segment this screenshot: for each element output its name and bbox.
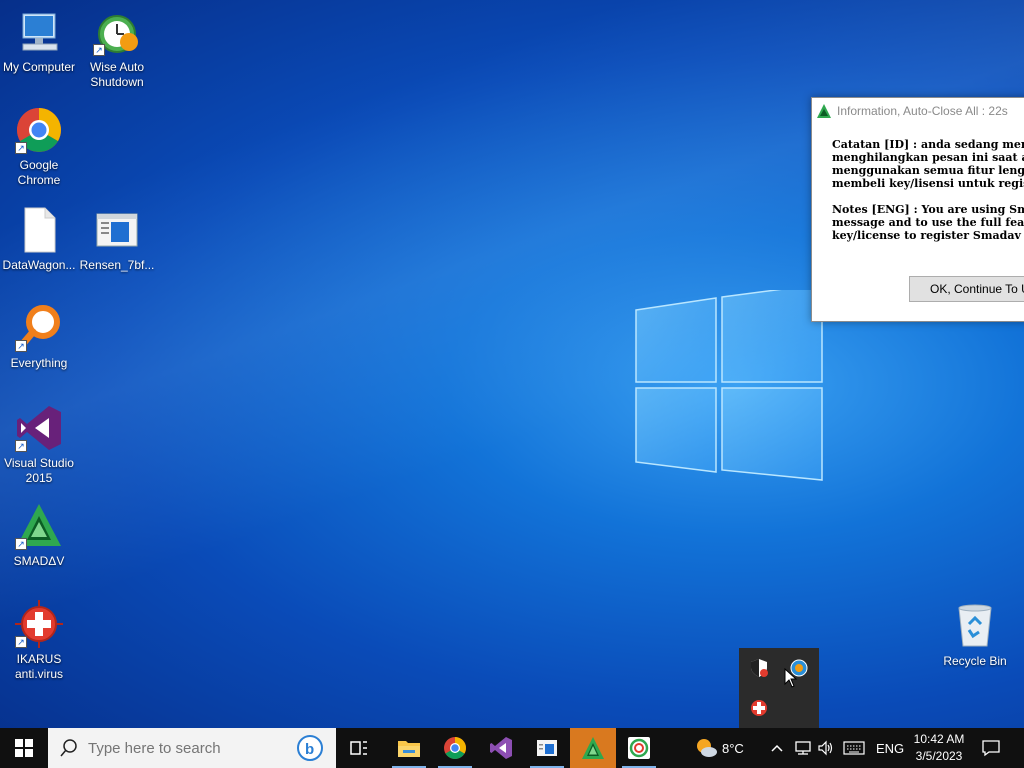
ikarus-cross-icon: ↗ <box>15 600 63 648</box>
desktop-icon-recycle-bin[interactable]: Recycle Bin <box>936 602 1014 669</box>
desktop-icon-ikarus[interactable]: ↗ IKARUS anti.virus <box>0 600 78 682</box>
dialog-titlebar[interactable]: Information, Auto-Close All : 22s <box>812 98 1024 124</box>
taskbar-rensen-app[interactable] <box>524 728 570 768</box>
clock-icon <box>628 737 650 759</box>
show-hidden-icons-button[interactable] <box>770 728 784 768</box>
file-icon <box>15 206 63 254</box>
taskbar-visual-studio[interactable] <box>478 728 524 768</box>
notification-icon <box>982 740 1000 757</box>
desktop-icon-datawagon[interactable]: DataWagon... <box>0 206 78 273</box>
shortcut-arrow-icon: ↗ <box>15 142 27 154</box>
svg-text:b: b <box>305 741 314 758</box>
application-window-icon <box>93 206 141 254</box>
taskbar-search-box[interactable]: b <box>48 728 336 768</box>
shortcut-arrow-icon: ↗ <box>15 538 27 550</box>
taskbar-chrome[interactable] <box>432 728 478 768</box>
weather-widget[interactable]: 8°C <box>694 728 744 768</box>
desktop-icon-label: Google Chrome <box>17 158 61 187</box>
desktop-icon-google-chrome[interactable]: ↗ Google Chrome <box>0 106 78 188</box>
desktop-icon-label: Everything <box>10 356 68 370</box>
task-view-icon <box>350 741 367 755</box>
message-id-paragraph: Catatan [ID] : anda sedang mengg menghil… <box>832 138 1024 190</box>
keyboard-icon <box>843 741 865 755</box>
windows-wallpaper-logo <box>635 290 823 481</box>
speaker-icon <box>818 740 833 756</box>
message-line: message and to use the full featur <box>832 216 1024 229</box>
folder-icon <box>398 741 420 757</box>
bing-icon[interactable]: b <box>296 735 324 761</box>
magnifier-icon: ↗ <box>15 304 63 352</box>
taskbar-clock[interactable]: 10:42 AM 3/5/2023 <box>908 731 970 765</box>
network-tray-icon[interactable] <box>794 728 812 768</box>
desktop-icon-label: IKARUS anti.virus <box>14 652 64 681</box>
dialog-message: Catatan [ID] : anda sedang mengg menghil… <box>812 124 1024 242</box>
message-line: membeli key/lisensi untuk registr <box>832 177 1024 190</box>
smadav-icon <box>582 737 604 759</box>
message-line: Catatan [ID] : anda sedang mengg <box>832 138 1024 151</box>
desktop-icon-wise-auto-shutdown[interactable]: ↗ Wise Auto Shutdown <box>78 8 156 90</box>
taskbar: b 8°C ENG 10:42 AM <box>0 728 1024 768</box>
taskbar-smadav[interactable] <box>570 728 616 768</box>
clock-icon: ↗ <box>93 8 141 56</box>
desktop-icon-label: Rensen_7bf... <box>79 258 155 272</box>
message-line: Notes [ENG] : You are using Smada <box>832 203 1024 216</box>
security-shield-icon[interactable] <box>749 658 769 678</box>
information-dialog: Information, Auto-Close All : 22s Catata… <box>811 97 1024 322</box>
shortcut-arrow-icon: ↗ <box>15 440 27 452</box>
desktop-icon-rensen[interactable]: Rensen_7bf... <box>78 206 156 273</box>
weather-sun-cloud-icon <box>697 739 717 757</box>
visual-studio-icon: ↗ <box>15 404 63 452</box>
desktop-icon-my-computer[interactable]: My Computer <box>0 8 78 75</box>
message-line: key/license to register Smadav Pr <box>832 229 1024 242</box>
input-language-indicator[interactable]: ENG <box>876 728 904 768</box>
clock-time: 10:42 AM <box>913 732 965 746</box>
mouse-cursor-icon <box>784 668 798 688</box>
desktop-icon-label: Visual Studio 2015 <box>4 456 74 485</box>
touch-keyboard-button[interactable] <box>843 728 865 768</box>
shortcut-arrow-icon: ↗ <box>15 636 27 648</box>
chrome-icon: ↗ <box>15 106 63 154</box>
smadav-icon: ↗ <box>15 502 63 550</box>
shortcut-arrow-icon: ↗ <box>93 44 105 56</box>
recycle-bin-icon <box>951 602 999 650</box>
desktop-icon-smadav[interactable]: ↗ SMADΔV <box>0 502 78 569</box>
dialog-title: Information, Auto-Close All : 22s <box>837 104 1008 118</box>
tray-overflow-popup <box>739 648 819 728</box>
smadav-icon <box>817 104 831 118</box>
desktop-icon-label: SMADΔV <box>13 554 65 568</box>
chrome-icon <box>444 737 466 759</box>
chevron-up-icon <box>771 744 783 752</box>
desktop-icon-label: Wise Auto Shutdown <box>89 60 145 89</box>
language-label: ENG <box>876 740 905 756</box>
search-input[interactable] <box>88 739 288 757</box>
weather-temperature: 8°C <box>722 740 744 756</box>
taskbar-file-explorer[interactable] <box>386 728 432 768</box>
task-view-button[interactable] <box>336 728 382 768</box>
shortcut-arrow-icon: ↗ <box>15 340 27 352</box>
ok-continue-button[interactable]: OK, Continue To Us <box>909 276 1024 302</box>
computer-icon <box>15 8 63 56</box>
search-icon <box>60 739 77 757</box>
application-window-icon <box>537 740 557 756</box>
desktop-icon-label: Recycle Bin <box>943 654 1007 668</box>
volume-tray-icon[interactable] <box>817 728 835 768</box>
message-line: menggunakan semua fitur lengkap <box>832 164 1024 177</box>
network-icon <box>795 741 811 755</box>
desktop-icon-label: DataWagon... <box>2 258 76 272</box>
start-button[interactable] <box>0 728 48 768</box>
ikarus-tray-icon[interactable] <box>749 698 769 718</box>
desktop-icon-everything[interactable]: ↗ Everything <box>0 304 78 371</box>
message-eng-paragraph: Notes [ENG] : You are using Smada messag… <box>832 203 1024 242</box>
windows-start-icon <box>15 739 33 757</box>
visual-studio-icon <box>490 737 512 759</box>
desktop-icon-visual-studio[interactable]: ↗ Visual Studio 2015 <box>0 404 78 486</box>
taskbar-wise-shutdown[interactable] <box>616 728 662 768</box>
action-center-button[interactable] <box>982 728 1000 768</box>
desktop-icon-label: My Computer <box>2 60 76 74</box>
message-line: menghilangkan pesan ini saat awa <box>832 151 1024 164</box>
clock-date: 3/5/2023 <box>915 749 963 763</box>
